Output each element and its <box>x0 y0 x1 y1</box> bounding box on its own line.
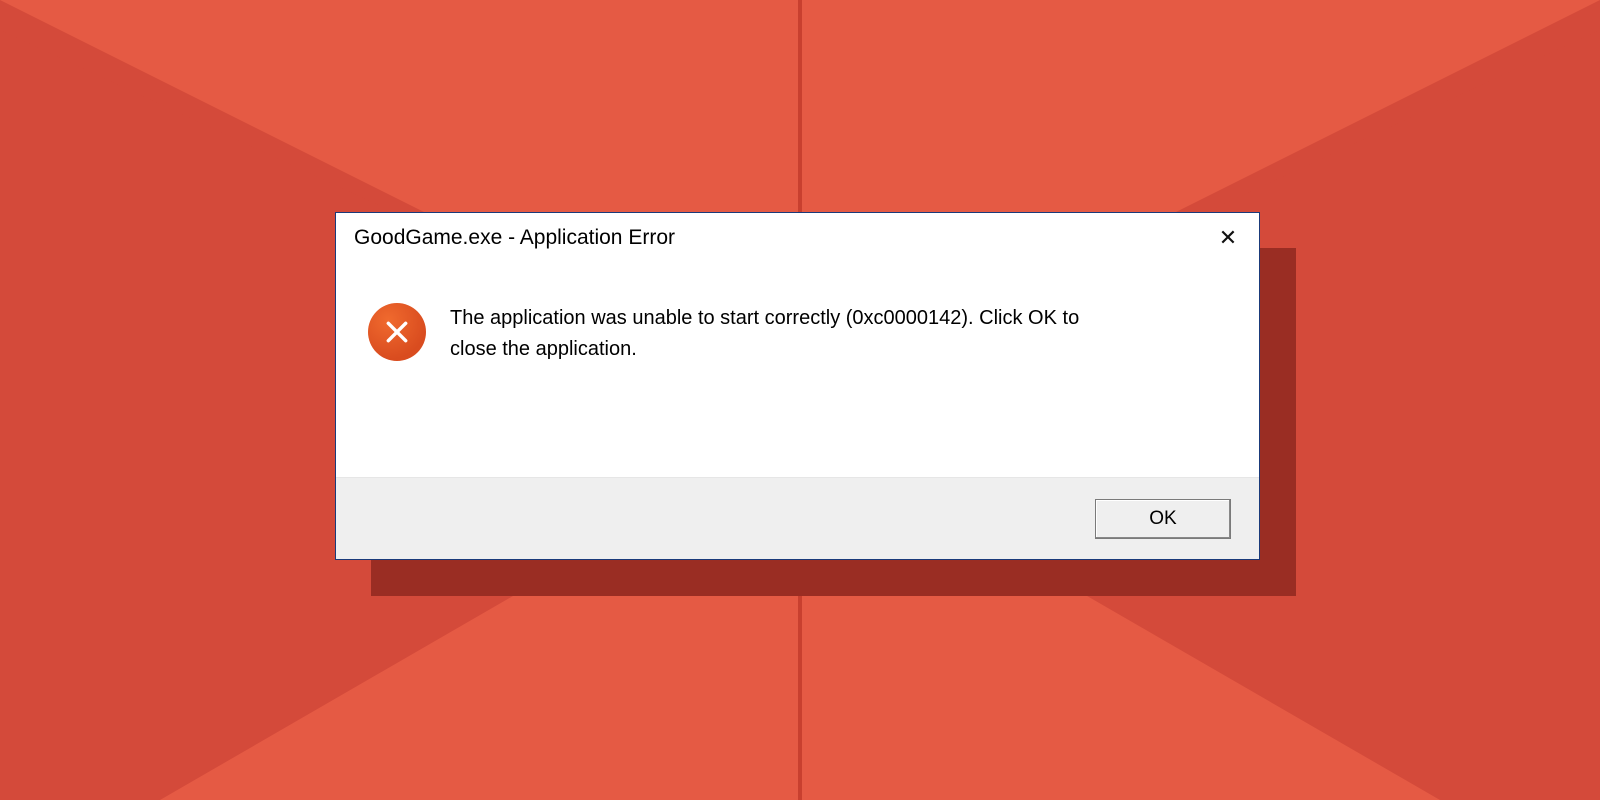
error-x-icon <box>368 303 426 361</box>
close-button[interactable]: ✕ <box>1203 218 1253 258</box>
dialog-titlebar[interactable]: GoodGame.exe - Application Error ✕ <box>336 213 1259 263</box>
dialog-title: GoodGame.exe - Application Error <box>354 226 675 250</box>
error-message: The application was unable to start corr… <box>450 301 1130 365</box>
error-dialog: GoodGame.exe - Application Error ✕ The a… <box>335 212 1260 560</box>
ok-button[interactable]: OK <box>1095 499 1231 539</box>
dialog-footer: OK <box>336 477 1259 559</box>
close-icon: ✕ <box>1219 225 1237 251</box>
dialog-body: The application was unable to start corr… <box>336 263 1259 477</box>
